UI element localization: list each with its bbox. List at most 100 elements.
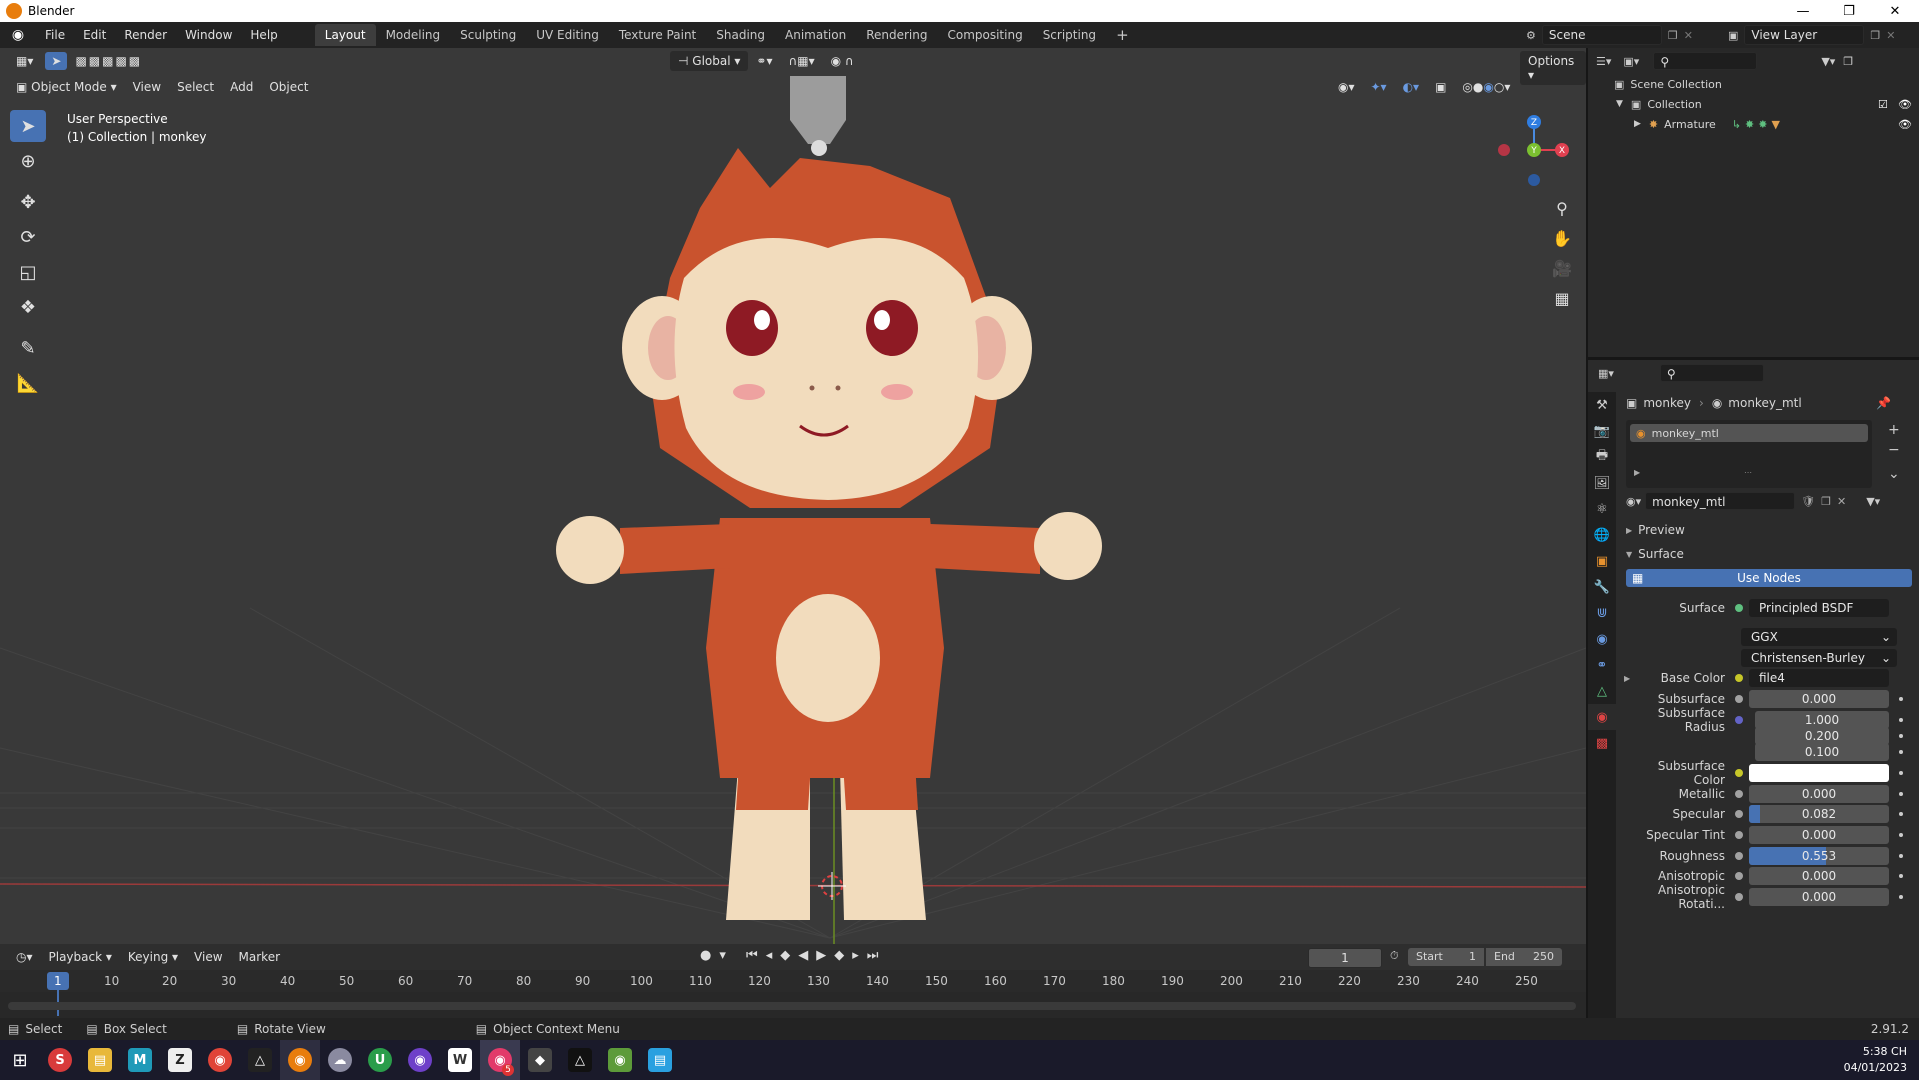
keyframe-dot-icon[interactable]: [1899, 874, 1903, 878]
tab-uv-editing[interactable]: UV Editing: [526, 24, 609, 46]
overlays-toggle-icon[interactable]: ◐▾: [1395, 78, 1428, 96]
restore-button[interactable]: ❐: [1826, 0, 1872, 22]
visibility-eye-icon[interactable]: 👁: [1898, 118, 1912, 131]
select-box-tool-icon[interactable]: ➤: [10, 110, 46, 142]
perspective-toggle-icon[interactable]: ▦: [1548, 284, 1576, 312]
resize-handle-icon[interactable]: ⋯: [1744, 468, 1752, 477]
close-button[interactable]: ✕: [1872, 0, 1918, 22]
preview-panel-header[interactable]: ▶ Preview: [1626, 520, 1916, 540]
timeline-editor-type-icon[interactable]: ◷▾: [8, 948, 41, 966]
menu-help[interactable]: Help: [241, 28, 286, 42]
selection-mode-icons[interactable]: ▩▩▩▩▩: [67, 52, 150, 70]
tab-rendering[interactable]: Rendering: [856, 24, 937, 46]
menu-edit[interactable]: Edit: [74, 28, 115, 42]
gizmo-toggle-icon[interactable]: ✦▾: [1363, 78, 1395, 96]
keyframe-dot-icon[interactable]: [1899, 734, 1903, 738]
outliner-row-collection[interactable]: ▼ ▣ Collection ☑ 👁: [1588, 94, 1919, 114]
github-icon[interactable]: ◉: [400, 1040, 440, 1080]
new-view-layer-icon[interactable]: ❐: [1870, 29, 1880, 42]
clock[interactable]: 5:38 CH 04/01/2023: [1844, 1044, 1907, 1076]
navigation-gizmo[interactable]: Z X Y: [1490, 110, 1570, 190]
record-icon[interactable]: ●▾: [700, 948, 734, 963]
keyframe-dot-icon[interactable]: [1899, 812, 1903, 816]
tab-view-layer-icon[interactable]: 🖼: [1588, 470, 1616, 496]
rotate-tool-icon[interactable]: ⟳: [10, 221, 46, 253]
menu-file[interactable]: File: [36, 28, 74, 42]
pin-icon[interactable]: 📌: [1876, 396, 1891, 410]
play-icon[interactable]: ▶: [816, 948, 834, 963]
annotate-tool-icon[interactable]: ✎: [10, 332, 46, 364]
subsurface-radius-z-field[interactable]: 0.100: [1755, 743, 1889, 761]
fake-user-icon[interactable]: 🛡: [1801, 495, 1815, 508]
collection-checkbox-icon[interactable]: ☑: [1878, 98, 1888, 111]
tab-modeling[interactable]: Modeling: [376, 24, 451, 46]
keyframe-dot-icon[interactable]: [1899, 771, 1903, 775]
remove-slot-icon[interactable]: −: [1888, 440, 1900, 460]
timeline-menu-view[interactable]: View: [186, 948, 230, 966]
specular-field[interactable]: 0.082: [1749, 805, 1889, 823]
menu-window[interactable]: Window: [176, 28, 241, 42]
timeline-ruler[interactable]: 1 10 20 30 40 50 60 70 80 90 100 110 120…: [0, 970, 1586, 1016]
timeline-menu-marker[interactable]: Marker: [231, 948, 288, 966]
menu-render[interactable]: Render: [115, 28, 176, 42]
pan-hand-icon[interactable]: ✋: [1548, 224, 1576, 252]
unlink-material-icon[interactable]: ✕: [1837, 495, 1846, 508]
keyframe-dot-icon[interactable]: [1899, 718, 1903, 722]
specular-tint-field[interactable]: 0.000: [1749, 826, 1889, 844]
expand-icon[interactable]: ▼: [1616, 99, 1623, 109]
tab-scene-icon[interactable]: ⚛: [1588, 496, 1616, 522]
visibility-icon[interactable]: ◉▾: [1330, 78, 1363, 96]
file-explorer-icon[interactable]: ▤: [80, 1040, 120, 1080]
zbrush-icon[interactable]: Z: [160, 1040, 200, 1080]
view-layer-selector[interactable]: View Layer: [1744, 25, 1865, 45]
unity-editor-icon[interactable]: △: [560, 1040, 600, 1080]
shading-modes-icons[interactable]: ◎●◉○▾: [1454, 78, 1518, 96]
tab-sculpting[interactable]: Sculpting: [450, 24, 526, 46]
windows-start-icon[interactable]: ⊞: [0, 1040, 40, 1080]
delete-view-layer-icon[interactable]: ✕: [1886, 29, 1895, 42]
tab-output-icon[interactable]: 🖶: [1588, 444, 1616, 470]
metallic-field[interactable]: 0.000: [1749, 785, 1889, 803]
keyframe-dot-icon[interactable]: [1899, 792, 1903, 796]
tab-texture-paint[interactable]: Texture Paint: [609, 24, 706, 46]
keyframe-dot-icon[interactable]: [1899, 697, 1903, 701]
tab-layout[interactable]: Layout: [314, 24, 376, 46]
prev-keyframe-icon[interactable]: ◂◆: [766, 948, 799, 963]
outliner-row-scene-collection[interactable]: ▣ Scene Collection: [1588, 74, 1919, 94]
cursor-tool-icon[interactable]: ⊕: [10, 145, 46, 177]
start-frame-field[interactable]: Start 1: [1408, 948, 1484, 966]
surface-shader-field[interactable]: Principled BSDF: [1749, 599, 1889, 617]
properties-search-input[interactable]: ⚲: [1659, 364, 1764, 382]
browse-material-icon[interactable]: ◉▾: [1626, 495, 1641, 508]
transform-orientation-dropdown[interactable]: ⊣ Global ▾: [670, 51, 749, 71]
tab-material-icon[interactable]: ◉: [1588, 704, 1616, 730]
upwork-icon[interactable]: U: [360, 1040, 400, 1080]
timeline-menu-keying[interactable]: Keying ▾: [120, 948, 186, 966]
subsurface-method-dropdown[interactable]: Christensen-Burley ⌄: [1741, 649, 1897, 667]
distribution-dropdown[interactable]: GGX ⌄: [1741, 628, 1897, 646]
timeline-menu-playback[interactable]: Playback ▾: [41, 948, 120, 966]
minimize-button[interactable]: —: [1780, 0, 1826, 22]
proportional-edit-icon[interactable]: ◉ ∩: [823, 52, 862, 70]
surface-panel-header[interactable]: ▼ Surface: [1626, 544, 1916, 564]
object-mode-dropdown[interactable]: ▣ Object Mode ▾: [8, 78, 125, 96]
scene-selector[interactable]: Scene: [1541, 25, 1662, 45]
subsurface-color-swatch[interactable]: [1749, 764, 1889, 782]
display-mode-icon[interactable]: ▣▾: [1623, 55, 1639, 68]
keyframe-dot-icon[interactable]: [1899, 750, 1903, 754]
stopwatch-icon[interactable]: ⏱: [1390, 949, 1399, 963]
use-nodes-button[interactable]: ▦ Use Nodes: [1626, 569, 1912, 587]
tab-scripting[interactable]: Scripting: [1033, 24, 1106, 46]
current-frame-field[interactable]: 1: [1308, 948, 1382, 968]
properties-editor-type-icon[interactable]: ▦▾: [1598, 367, 1614, 380]
play-reverse-icon[interactable]: ◀: [798, 948, 816, 963]
roughness-field[interactable]: 0.553: [1749, 847, 1889, 865]
select-tool-icon[interactable]: ➤: [45, 52, 68, 70]
filter-icon[interactable]: ▼▾: [1821, 55, 1835, 68]
viewport-menu-select[interactable]: Select: [169, 78, 222, 96]
add-slot-icon[interactable]: +: [1888, 420, 1900, 440]
tab-constraints-icon[interactable]: ⚭: [1588, 652, 1616, 678]
app-red-icon[interactable]: S: [40, 1040, 80, 1080]
expand-icon[interactable]: ▶: [1634, 119, 1641, 129]
expand-list-icon[interactable]: ▶: [1634, 468, 1640, 477]
